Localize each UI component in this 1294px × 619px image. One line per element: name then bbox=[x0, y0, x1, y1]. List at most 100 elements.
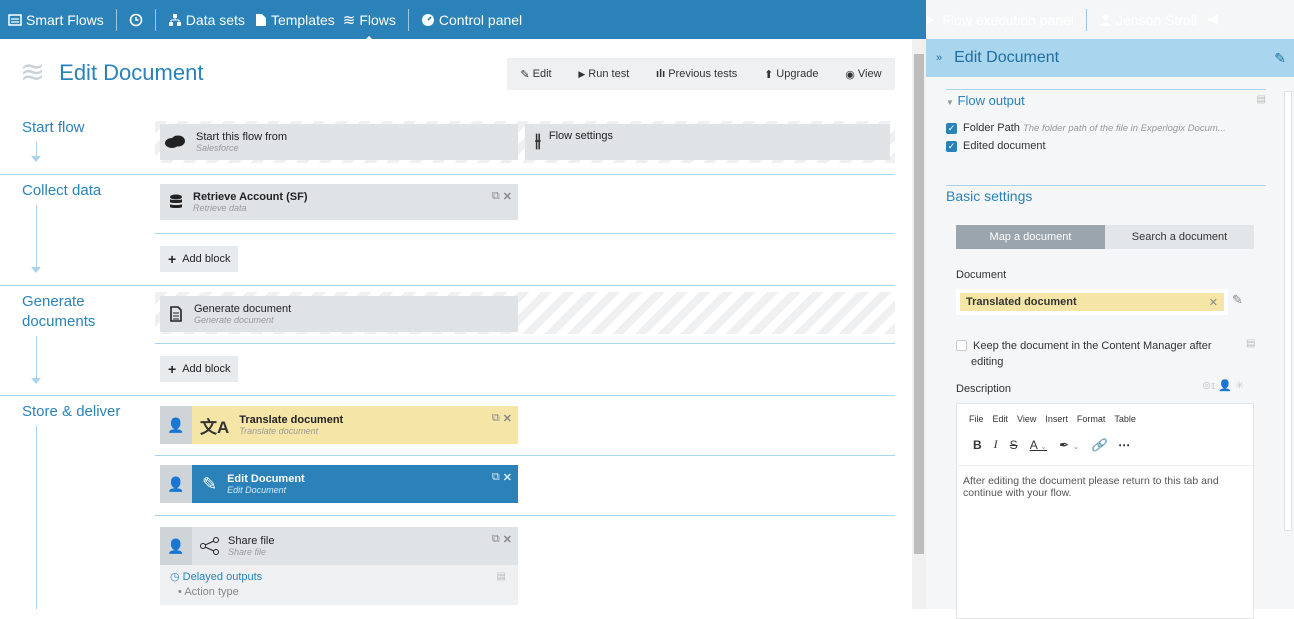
clear-icon[interactable]: ✕ bbox=[1209, 296, 1218, 309]
action-type-item: • Action type bbox=[178, 586, 239, 598]
delete-icon[interactable]: ✕ bbox=[503, 190, 512, 203]
strikethrough-icon[interactable]: S bbox=[1010, 438, 1018, 452]
upgrade-button[interactable]: ⬆ Upgrade bbox=[764, 68, 818, 81]
start-flow-block[interactable]: Start this flow from Salesforce bbox=[160, 124, 518, 160]
retrieve-account-block[interactable]: Retrieve Account (SF) Retrieve data ⧉ ✕ bbox=[160, 184, 518, 220]
nav-control-panel[interactable]: Control panel bbox=[421, 12, 522, 28]
output-folder-path[interactable]: ✓ Folder Path The folder path of the file… bbox=[946, 122, 1266, 134]
delete-icon[interactable]: ✕ bbox=[503, 533, 512, 546]
no-user-icon: 👤 bbox=[160, 527, 192, 565]
edit-label: Edit bbox=[532, 68, 552, 80]
page-header: ≋ Edit Document bbox=[20, 58, 203, 88]
user-menu[interactable]: Jenson Stroll bbox=[1099, 12, 1197, 28]
copy-icon[interactable]: ⧉ bbox=[492, 533, 500, 546]
editor-content[interactable]: After editing the document please return… bbox=[957, 465, 1253, 508]
editor-menubar: File Edit View Insert Format Table bbox=[957, 404, 1253, 424]
add-block-button-collect[interactable]: + Add block bbox=[160, 246, 238, 272]
panel-scrollbar[interactable] bbox=[1284, 77, 1292, 609]
nav-control-panel-label: Control panel bbox=[438, 11, 523, 28]
edit-document-sub: Edit Document bbox=[227, 485, 287, 495]
keep-document-option[interactable]: Keep the document in the Content Manager… bbox=[956, 338, 1226, 370]
output-edited-document[interactable]: ✓ Edited document bbox=[946, 140, 1266, 152]
flow-execution-panel-button[interactable]: ▶ Flow execution panel bbox=[926, 12, 1074, 28]
collapse-panel-icon[interactable]: » bbox=[936, 52, 942, 64]
basic-settings-heading: Basic settings bbox=[946, 188, 1033, 204]
edit-document-block[interactable]: 👤 ✎ Edit Document Edit Document ⧉ ✕ bbox=[160, 465, 518, 503]
bold-icon[interactable]: B bbox=[973, 438, 982, 452]
tab-map-document[interactable]: Map a document bbox=[956, 225, 1105, 249]
flow-output-toggle[interactable]: ▼ Flow output bbox=[946, 93, 1266, 108]
highlight-icon[interactable]: ✒ ⌄ bbox=[1059, 438, 1079, 452]
clock-icon: ◷ bbox=[170, 571, 180, 583]
nav-data-sets-label: Data sets bbox=[185, 11, 245, 28]
play-icon: ▶ bbox=[578, 68, 586, 79]
database-icon bbox=[170, 194, 182, 209]
previous-tests-button[interactable]: ılı Previous tests bbox=[656, 68, 737, 80]
document-field[interactable]: Translated document ✕ bbox=[956, 289, 1228, 315]
megaphone-icon bbox=[1207, 14, 1218, 25]
clock-icon bbox=[129, 13, 143, 26]
user-name: Jenson Stroll bbox=[1116, 11, 1197, 28]
copy-icon[interactable]: ⧉ bbox=[492, 190, 500, 203]
run-test-button[interactable]: ▶ Run test bbox=[578, 68, 629, 80]
checkbox-icon: ✓ bbox=[946, 122, 957, 134]
panel-header: » Edit Document ✎ bbox=[926, 39, 1294, 77]
edit-button[interactable]: ✎ Edit bbox=[520, 68, 551, 81]
history-button[interactable] bbox=[129, 13, 143, 27]
nav-flows[interactable]: ≋ Flows bbox=[342, 11, 396, 42]
share-file-sub: Share file bbox=[228, 547, 267, 557]
delete-icon[interactable]: ✕ bbox=[503, 412, 512, 425]
nav-data-sets[interactable]: Data sets bbox=[168, 12, 245, 28]
menu-edit[interactable]: Edit bbox=[993, 414, 1009, 424]
menu-view[interactable]: View bbox=[1017, 414, 1036, 424]
output-label: Folder Path bbox=[963, 122, 1020, 134]
more-icon[interactable]: ⋯ bbox=[1118, 438, 1130, 452]
smart-flows-icon bbox=[8, 13, 22, 26]
generate-document-block[interactable]: Generate document Generate document bbox=[160, 296, 518, 332]
delayed-outputs-toggle[interactable]: ◷ Delayed outputs bbox=[170, 570, 262, 583]
bar-chart-icon: ılı bbox=[656, 68, 666, 80]
italic-icon[interactable]: I bbox=[994, 437, 998, 452]
menu-format[interactable]: Format bbox=[1077, 414, 1106, 424]
nav-templates[interactable]: Templates bbox=[255, 12, 335, 28]
nav-smart-flows[interactable]: Smart Flows bbox=[8, 12, 104, 28]
menu-file[interactable]: File bbox=[969, 414, 984, 424]
tab-search-document[interactable]: Search a document bbox=[1105, 225, 1254, 249]
copy-icon[interactable]: ⧉ bbox=[492, 412, 500, 425]
translate-document-block[interactable]: 👤 文A Translate document Translate documen… bbox=[160, 406, 518, 444]
share-file-block[interactable]: 👤 Share file Share file ⧉ ✕ bbox=[160, 527, 518, 565]
edit-document-title: Edit Document bbox=[227, 473, 305, 485]
add-block-label: Add block bbox=[182, 363, 231, 375]
nav-flows-label: Flows bbox=[359, 11, 396, 28]
flow-settings-block[interactable]: ⫲ Flow settings bbox=[525, 124, 890, 160]
output-description: The folder path of the file in Experlogi… bbox=[1022, 123, 1226, 134]
view-button[interactable]: ◉ View bbox=[845, 68, 881, 81]
section-store-deliver: Store & deliver bbox=[22, 403, 121, 420]
copy-icon[interactable]: ⧉ bbox=[492, 471, 500, 484]
scrollbar-thumb[interactable] bbox=[914, 54, 924, 554]
link-icon[interactable]: 🔗 bbox=[1091, 438, 1106, 452]
share-icon bbox=[200, 537, 219, 555]
canvas-scrollbar[interactable] bbox=[912, 39, 926, 609]
menu-insert[interactable]: Insert bbox=[1045, 414, 1068, 424]
user-icon bbox=[1100, 14, 1111, 26]
pencil-icon[interactable]: ✎ bbox=[1274, 50, 1286, 67]
waves-icon: ≋ bbox=[342, 11, 356, 29]
delete-icon[interactable]: ✕ bbox=[503, 471, 512, 484]
flow-icon: ≋ bbox=[20, 56, 46, 89]
section-start-flow: Start flow bbox=[22, 119, 85, 136]
panel-title: Edit Document bbox=[954, 49, 1060, 66]
flow-execution-panel-label: Flow execution panel bbox=[942, 11, 1074, 28]
menu-table[interactable]: Table bbox=[1114, 414, 1136, 424]
description-editor[interactable]: File Edit View Insert Format Table B I S… bbox=[956, 403, 1254, 619]
document-chip[interactable]: Translated document ✕ bbox=[960, 293, 1224, 311]
add-block-label: Add block bbox=[182, 253, 231, 265]
announcements-button[interactable] bbox=[1207, 13, 1221, 26]
text-color-icon[interactable]: A ⌄ bbox=[1030, 438, 1047, 452]
add-block-button-generate[interactable]: + Add block bbox=[160, 356, 238, 382]
delayed-outputs-panel: ◷ Delayed outputs • Action type ▤ bbox=[160, 565, 518, 605]
translate-icon: 文A bbox=[200, 417, 230, 437]
pencil-icon: ✎ bbox=[202, 473, 218, 494]
pencil-icon[interactable]: ✎ bbox=[1232, 292, 1243, 308]
chevron-down-icon: ▼ bbox=[946, 98, 954, 107]
